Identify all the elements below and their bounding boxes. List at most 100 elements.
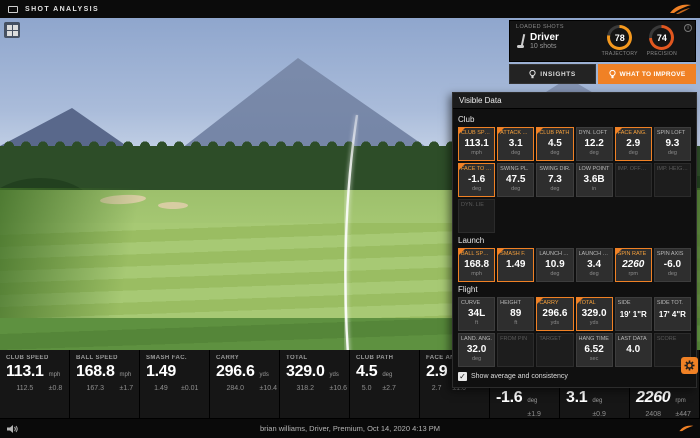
tile-unit: mph	[471, 270, 482, 277]
metric-tile-launch-dir[interactable]: LAUNCH DIR. 3.4deg	[575, 248, 613, 282]
metric-tile-swing-pl[interactable]: SWING PL. 47.5 deg	[497, 163, 535, 197]
metric-tile-launch-ang[interactable]: LAUNCH ANG. 10.9deg	[536, 248, 574, 282]
bottom-metric-label: SMASH FAC.	[146, 355, 188, 361]
tile-label: FACE ANG.	[617, 130, 647, 136]
bottom-metric-unit: deg	[382, 372, 393, 378]
tile-label: DYN. LIE	[461, 202, 484, 208]
bottom-metric-consistency: ±0.9	[592, 411, 606, 418]
bottom-metric-unit: deg	[592, 398, 603, 404]
metric-tile-spin-axis[interactable]: SPIN AXIS -6.0 deg	[653, 248, 691, 282]
metric-tile-dyn-loft[interactable]: DYN. LOFT 12.2 deg	[575, 127, 613, 161]
metric-tile-total[interactable]: TOTAL 329.0 yds	[575, 297, 613, 331]
metric-tile-hang-time[interactable]: HANG TIME 6.52 sec	[575, 333, 613, 367]
metric-tile-dyn-lie[interactable]: DYN. LIE	[458, 199, 496, 233]
metric-tile-land-ang[interactable]: LAND. ANG. 32.0 deg	[458, 333, 496, 367]
tile-label: SPIN AXIS	[656, 251, 684, 257]
metric-tile-ball-speed[interactable]: BALL SPEED 168.8 mph	[458, 248, 496, 282]
tile-label: CURVE	[461, 300, 481, 306]
tile-value: 113.1	[464, 138, 489, 149]
settings-gear-button[interactable]	[681, 357, 698, 374]
tile-unit: deg	[589, 149, 599, 156]
metric-tile-club-speed[interactable]: CLUB SPEED 113.1mph	[458, 127, 496, 161]
tile-value: 6.52	[584, 344, 604, 355]
bottom-metric-consistency: ±0.01	[180, 385, 199, 392]
tile-label: LOW POINT	[578, 166, 610, 172]
metric-tile-from-pin[interactable]: FROM PIN	[497, 333, 535, 367]
bottom-metric-average: 112.5	[16, 385, 34, 392]
tile-label: TOTAL	[578, 300, 596, 306]
tile-unit: deg	[471, 185, 482, 192]
tile-label: LAND. ANG.	[461, 336, 492, 342]
view-menu-grid-icon[interactable]	[4, 22, 20, 38]
metric-tile-side[interactable]: SIDE 19' 1"R	[614, 297, 652, 331]
tile-label: SPIN RATE	[617, 251, 647, 257]
metric-tile-last-data[interactable]: LAST DATA 4.0	[614, 333, 652, 367]
metric-tile-imp-offset[interactable]: IMP. OFFSET	[614, 163, 652, 197]
tile-label: CLUB PATH	[539, 130, 570, 136]
tile-label: LAUNCH ANG.	[539, 251, 571, 257]
tile-label: SIDE	[617, 300, 631, 306]
window-icon[interactable]	[8, 5, 18, 13]
metric-tile-target[interactable]: TARGET	[536, 333, 574, 367]
statusbar-brand-icon[interactable]	[678, 424, 694, 433]
what-to-improve-button[interactable]: WHAT TO IMPROVE	[598, 64, 696, 84]
metric-tile-imp-height[interactable]: IMP. HEIGHT	[653, 163, 691, 197]
metric-tile-curve[interactable]: CURVE 34L ft	[458, 297, 496, 331]
info-icon[interactable]: i	[684, 24, 692, 32]
tile-unit: deg	[589, 270, 599, 277]
tile-label: DYN. LOFT	[578, 130, 608, 136]
tile-label: HEIGHT	[500, 300, 521, 306]
bottom-metric-average	[496, 411, 522, 418]
checkbox-label: Show average and consistency	[471, 373, 568, 380]
bottom-metric-consistency: ±10.4	[259, 385, 278, 392]
bottom-metric-average: 5.0	[361, 385, 372, 392]
metric-tile-face-ang[interactable]: FACE ANG. 2.9 deg	[614, 127, 652, 161]
tile-value: 3.1	[508, 138, 523, 149]
tile-label: CARRY	[539, 300, 559, 306]
tile-value: -6.0	[663, 259, 682, 270]
metric-tile-club-path[interactable]: CLUB PATH 4.5 deg	[536, 127, 574, 161]
tile-value: 17' 4"R	[658, 310, 686, 319]
metric-tile-swing-dir[interactable]: SWING DIR. 7.3 deg	[536, 163, 574, 197]
tile-label: SMASH F.	[500, 251, 526, 257]
bottom-metric-carry: CARRY 296.6 yds 284.0 ±10.4	[210, 350, 280, 418]
bottom-metric-label: CLUB PATH	[356, 355, 394, 361]
bottom-metric-consistency: ±0.8	[48, 385, 63, 392]
tile-value: 47.5	[506, 174, 526, 185]
tile-unit: rpm	[628, 270, 638, 277]
tile-value: 12.2	[584, 138, 604, 149]
tile-label: IMP. HEIGHT	[656, 166, 688, 172]
tile-value: 4.0	[626, 344, 641, 355]
tile-value: -1.6	[467, 174, 486, 185]
metric-tile-height[interactable]: HEIGHT 89 ft	[497, 297, 535, 331]
tile-unit: yds	[550, 319, 560, 326]
metric-tile-attack-ang[interactable]: ATTACK ANG. 3.1deg	[497, 127, 535, 161]
metric-tile-low-point[interactable]: LOW POINT 3.6B in	[575, 163, 613, 197]
loaded-shots-panel[interactable]: LOADED SHOTS Driver 10 shots 78 TRAJECTOR…	[509, 20, 696, 62]
tile-unit: yds	[589, 319, 599, 326]
tile-label: IMP. OFFSET	[617, 166, 649, 172]
bottom-metric-value: 2260	[636, 389, 671, 406]
tile-unit: sec	[589, 355, 599, 362]
tile-unit: deg	[511, 185, 521, 192]
tile-unit: deg	[550, 185, 560, 192]
score-gauges: 78 TRAJECTORY 74 PRECISION	[602, 24, 689, 58]
tile-unit: deg	[628, 149, 638, 156]
show-average-checkbox[interactable]: ✓ Show average and consistency	[458, 372, 691, 381]
bottom-metric-average: 284.0	[226, 385, 245, 392]
metric-tile-spin-rate[interactable]: SPIN RATE 2260 rpm	[614, 248, 652, 282]
bottom-metric-unit: rpm	[675, 398, 686, 404]
metric-tile-side-tot[interactable]: SIDE TOT. 17' 4"R	[653, 297, 691, 331]
metric-tile-spin-loft[interactable]: SPIN LOFT 9.3 deg	[653, 127, 691, 161]
insights-button[interactable]: INSIGHTS	[509, 64, 597, 84]
tile-label: ATTACK ANG.	[500, 130, 531, 136]
metric-tile-face-to-path[interactable]: FACE TO PATH -1.6deg	[458, 163, 496, 197]
bottom-metric-value: 168.8	[76, 363, 115, 380]
metric-tile-carry[interactable]: CARRY 296.6 yds	[536, 297, 574, 331]
visible-data-title[interactable]: Visible Data	[453, 93, 696, 109]
tile-unit: deg	[550, 270, 560, 277]
gear-icon	[684, 360, 695, 371]
metric-tile-smash-f[interactable]: SMASH F. 1.49	[497, 248, 535, 282]
session-info: brian williams, Driver, Premium, Oct 14,…	[259, 424, 441, 433]
tile-value: 89	[510, 308, 522, 319]
